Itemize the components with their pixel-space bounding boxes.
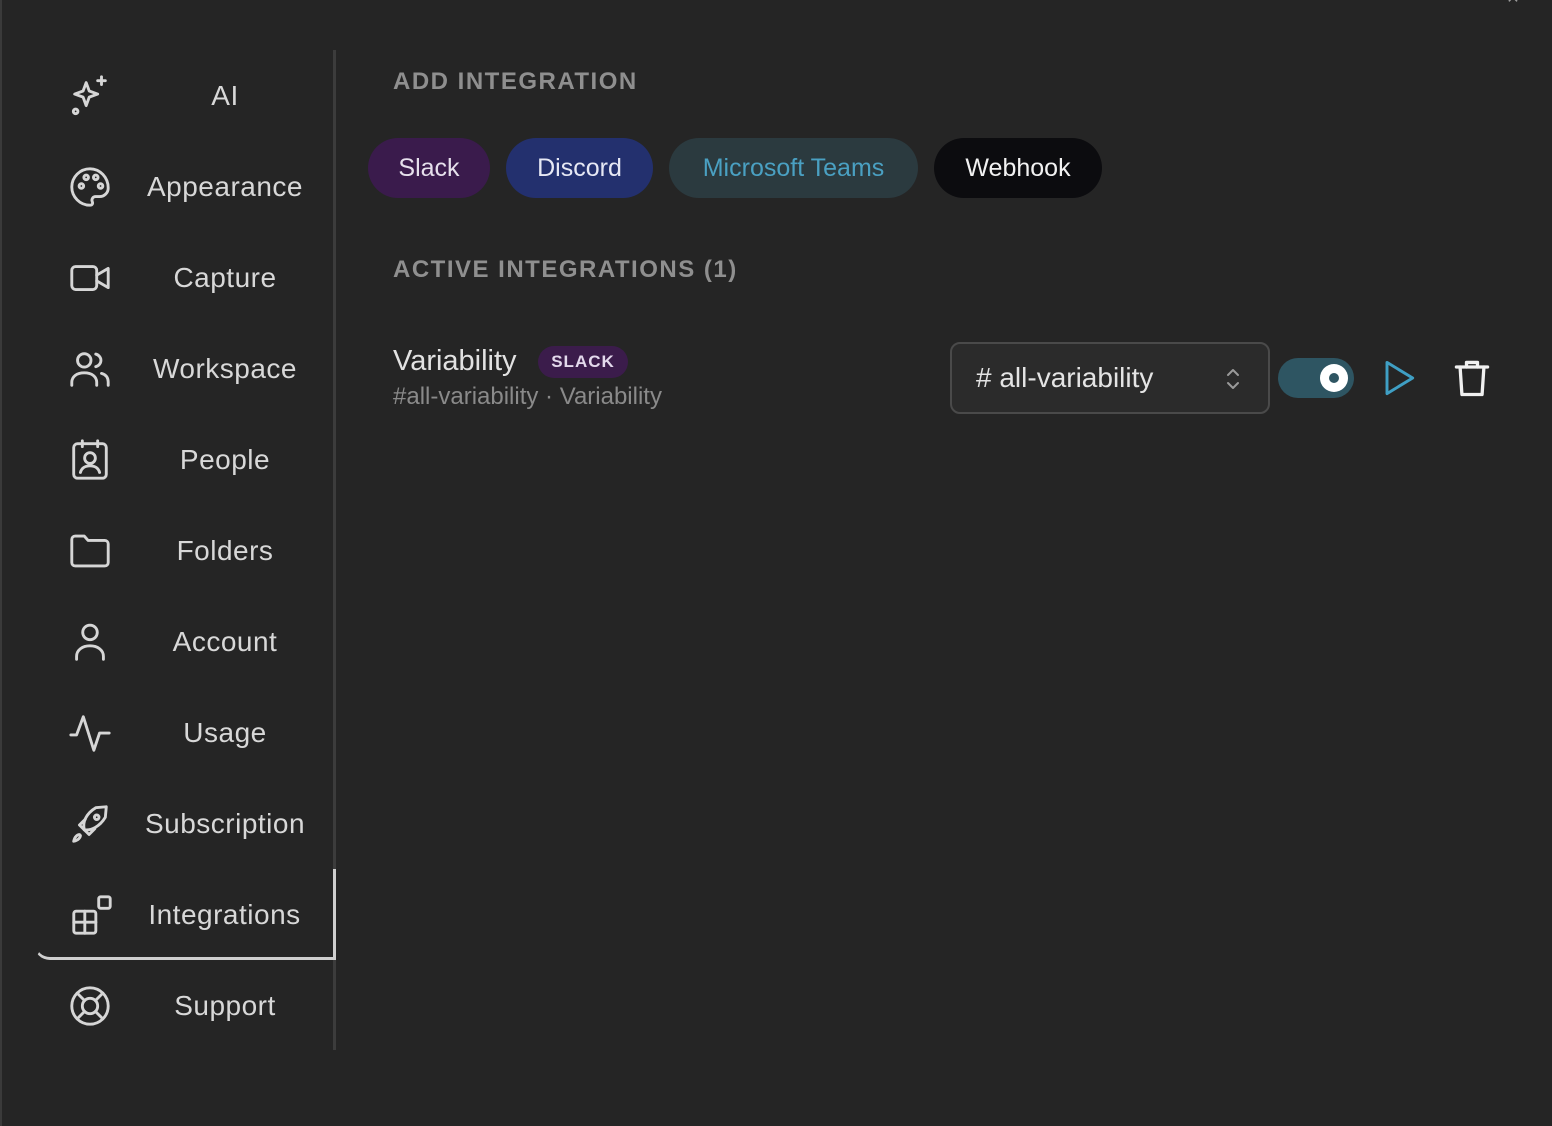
chevron-up-down-icon <box>1227 369 1239 389</box>
toggle-knob <box>1320 364 1348 392</box>
palette-icon <box>66 163 114 211</box>
delete-trash-icon[interactable] <box>1450 356 1494 400</box>
video-camera-icon <box>66 254 114 302</box>
integrations-blocks-icon <box>68 891 116 939</box>
active-integrations-heading: ACTIVE INTEGRATIONS (1) <box>393 256 738 283</box>
sidebar-item-label: Integrations <box>148 898 301 930</box>
sidebar-item-label: Support <box>174 989 276 1021</box>
integration-enabled-toggle[interactable] <box>1278 358 1354 398</box>
sidebar-item-subscription[interactable]: Subscription <box>34 778 336 869</box>
sparkles-icon <box>66 72 114 120</box>
integration-subtitle: #all-variability · Variability <box>393 383 662 410</box>
channel-select-value: # all-variability <box>976 362 1154 393</box>
sidebar-item-label: Usage <box>183 716 267 748</box>
integration-name: Variability <box>393 345 517 377</box>
sidebar-item-people[interactable]: People <box>34 414 336 505</box>
sidebar-item-usage[interactable]: Usage <box>34 687 336 778</box>
sidebar-item-label: Folders <box>176 534 274 566</box>
sidebar-item-label: Workspace <box>152 352 298 384</box>
sidebar-item-label: People <box>179 443 271 475</box>
sidebar-item-folders[interactable]: Folders <box>34 505 336 596</box>
activity-pulse-icon <box>66 709 114 757</box>
sidebar-item-workspace[interactable]: Workspace <box>34 323 336 414</box>
settings-sidebar: AI Appearance Capture Workspace People F… <box>34 50 336 1050</box>
sidebar-item-integrations[interactable]: Integrations <box>34 869 336 960</box>
sidebar-item-capture[interactable]: Capture <box>34 232 336 323</box>
sidebar-item-label: Subscription <box>144 807 306 839</box>
sidebar-item-label: AI <box>211 79 239 111</box>
rocket-icon <box>66 800 114 848</box>
sidebar-item-appearance[interactable]: Appearance <box>34 141 336 232</box>
sidebar-item-account[interactable]: Account <box>34 596 336 687</box>
close-icon[interactable]: ✕ <box>1498 0 1528 7</box>
settings-window: ✕ AI Appearance <box>0 0 1552 1126</box>
add-integration-heading: ADD INTEGRATION <box>393 68 638 95</box>
add-slack-button[interactable]: Slack <box>368 138 490 198</box>
sidebar-item-label: Account <box>172 625 278 657</box>
add-webhook-button[interactable]: Webhook <box>934 138 1102 198</box>
user-icon <box>66 618 114 666</box>
sidebar-item-label: Appearance <box>146 170 303 202</box>
contact-badge-icon <box>66 436 114 484</box>
folder-icon <box>66 527 114 575</box>
sidebar-item-ai[interactable]: AI <box>34 50 336 141</box>
add-microsoft-teams-button[interactable]: Microsoft Teams <box>669 138 918 198</box>
sidebar-item-label: Capture <box>173 261 277 293</box>
lifebuoy-icon <box>66 982 114 1030</box>
add-discord-button[interactable]: Discord <box>506 138 653 198</box>
sidebar-item-support[interactable]: Support <box>34 960 336 1051</box>
channel-select[interactable]: # all-variability <box>950 342 1270 414</box>
integration-type-badge: SLACK <box>538 346 628 378</box>
users-icon <box>66 345 114 393</box>
test-send-play-icon[interactable] <box>1376 356 1420 400</box>
